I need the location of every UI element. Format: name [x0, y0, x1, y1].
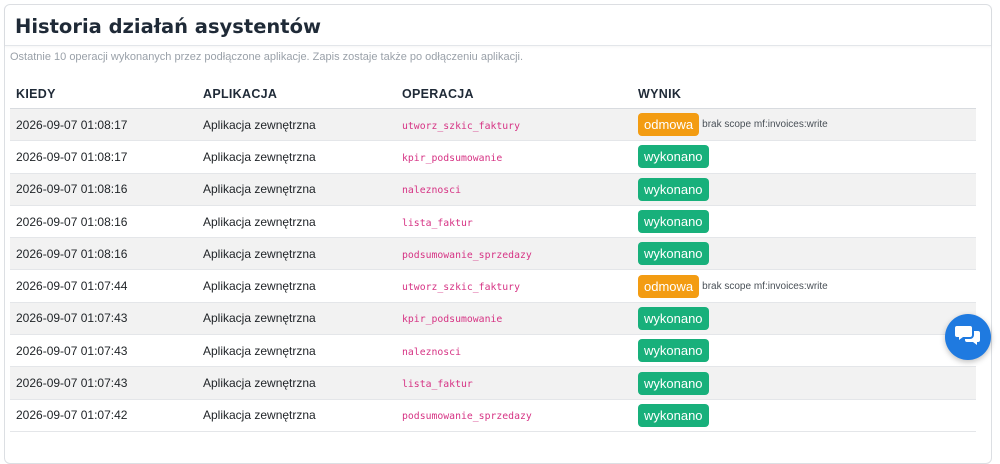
table-row: 2026-09-07 01:07:43 Aplikacja zewnętrzna n…	[10, 334, 976, 368]
status-badge: wykonano	[638, 177, 709, 201]
cell-operation: lista_faktur	[396, 205, 632, 239]
status-badge: wykonano	[638, 306, 709, 330]
cell-when: 2026-09-07 01:08:16	[10, 237, 197, 271]
status-badge: wykonano	[638, 210, 709, 234]
cell-result: wykonano	[632, 173, 976, 206]
status-badge: odmowa	[638, 113, 700, 137]
cell-app: Aplikacja zewnętrzna	[197, 173, 396, 206]
table-row: 2026-09-07 01:07:42 Aplikacja zewnętrzna p…	[10, 399, 976, 432]
cell-app: Aplikacja zewnętrzna	[197, 108, 396, 142]
table-row: 2026-09-07 01:08:17 Aplikacja zewnętrzna k…	[10, 140, 976, 174]
cell-app: Aplikacja zewnętrzna	[197, 334, 396, 368]
operation-code: kpir_podsumowanie	[402, 152, 503, 164]
table-row: 2026-09-07 01:07:43 Aplikacja zewnętrzna l…	[10, 366, 976, 400]
cell-result: wykonano	[632, 399, 976, 432]
operation-code: utworz_szkic_faktury	[402, 282, 520, 294]
operation-code: lista_faktur	[402, 217, 473, 229]
cell-result: odmowa brak scope mf:invoices:write	[632, 269, 976, 303]
cell-app: Aplikacja zewnętrzna	[197, 366, 396, 400]
cell-app: Aplikacja zewnętrzna	[197, 269, 396, 303]
cell-operation: lista_faktur	[396, 366, 632, 400]
cell-when: 2026-09-07 01:07:42	[10, 399, 197, 432]
operation-code: utworz_szkic_faktury	[402, 120, 520, 132]
cell-result: wykonano	[632, 140, 976, 174]
cell-operation: utworz_szkic_faktury	[396, 108, 632, 142]
table-row: 2026-09-07 01:08:16 Aplikacja zewnętrzna l…	[10, 205, 976, 239]
cell-operation: naleznosci	[396, 173, 632, 206]
cell-operation: kpir_podsumowanie	[396, 140, 632, 174]
operation-code: podsumowanie_sprzedazy	[402, 411, 532, 423]
cell-when: 2026-09-07 01:08:16	[10, 205, 197, 239]
history-table-body: 2026-09-07 01:08:17 Aplikacja zewnętrzna u…	[10, 108, 976, 432]
operation-code: kpir_podsumowanie	[402, 314, 503, 326]
cell-when: 2026-09-07 01:07:44	[10, 269, 197, 303]
table-row: 2026-09-07 01:08:17 Aplikacja zewnętrzna u…	[10, 108, 976, 142]
cell-when: 2026-09-07 01:07:43	[10, 302, 197, 336]
cell-operation: podsumowanie_sprzedazy	[396, 399, 632, 432]
cell-result: wykonano	[632, 237, 976, 271]
cell-operation: naleznosci	[396, 334, 632, 368]
cell-result: wykonano	[632, 205, 976, 239]
cell-app: Aplikacja zewnętrzna	[197, 237, 396, 271]
status-badge: wykonano	[638, 403, 709, 427]
cell-result: wykonano	[632, 302, 976, 336]
table-row: 2026-09-07 01:07:44 Aplikacja zewnętrzna u…	[10, 269, 976, 303]
cell-app: Aplikacja zewnętrzna	[197, 205, 396, 239]
table-row: 2026-09-07 01:07:43 Aplikacja zewnętrzna k…	[10, 302, 976, 336]
operation-code: naleznosci	[402, 185, 461, 197]
status-badge: wykonano	[638, 371, 709, 395]
history-description: Ostatnie 10 operacji wykonanych przez po…	[10, 51, 524, 63]
cell-result: odmowa brak scope mf:invoices:write	[632, 108, 976, 142]
operation-code: podsumowanie_sprzedazy	[402, 249, 532, 261]
status-badge: wykonano	[638, 242, 709, 266]
column-header-aplikacja: APLIKACJA	[197, 79, 396, 109]
cell-result: wykonano	[632, 366, 976, 400]
cell-when: 2026-09-07 01:07:43	[10, 334, 197, 368]
operation-code: naleznosci	[402, 346, 461, 358]
table-header-row: KIEDY APLIKACJA OPERACJA WYNIK	[10, 79, 976, 109]
operation-code: lista_faktur	[402, 379, 473, 391]
cell-when: 2026-09-07 01:07:43	[10, 366, 197, 400]
column-header-wynik: WYNIK	[632, 79, 976, 109]
column-header-kiedy: KIEDY	[10, 79, 197, 109]
cell-result: wykonano	[632, 334, 976, 368]
result-note: brak scope mf:invoices:write	[702, 280, 828, 292]
cell-when: 2026-09-07 01:08:16	[10, 173, 197, 206]
cell-app: Aplikacja zewnętrzna	[197, 399, 396, 432]
cell-operation: podsumowanie_sprzedazy	[396, 237, 632, 271]
table-row: 2026-09-07 01:08:16 Aplikacja zewnętrzna n…	[10, 173, 976, 206]
status-badge: wykonano	[638, 145, 709, 169]
cell-when: 2026-09-07 01:08:17	[10, 108, 197, 142]
status-badge: wykonano	[638, 339, 709, 363]
cell-app: Aplikacja zewnętrzna	[197, 302, 396, 336]
status-badge: odmowa	[638, 274, 700, 298]
card-header: Historia działań asystentów	[5, 5, 991, 46]
cell-app: Aplikacja zewnętrzna	[197, 140, 396, 174]
cell-when: 2026-09-07 01:08:17	[10, 140, 197, 174]
result-note: brak scope mf:invoices:write	[702, 119, 828, 131]
cell-operation: utworz_szkic_faktury	[396, 269, 632, 303]
column-header-operacja: OPERACJA	[396, 79, 632, 109]
page-title: Historia działań asystentów	[15, 15, 322, 38]
history-table: KIEDY APLIKACJA OPERACJA WYNIK 2026-09-0…	[10, 79, 976, 432]
chat-button[interactable]	[945, 314, 991, 360]
cell-operation: kpir_podsumowanie	[396, 302, 632, 336]
table-row: 2026-09-07 01:08:16 Aplikacja zewnętrzna p…	[10, 237, 976, 271]
chat-bubbles-icon	[955, 324, 981, 351]
